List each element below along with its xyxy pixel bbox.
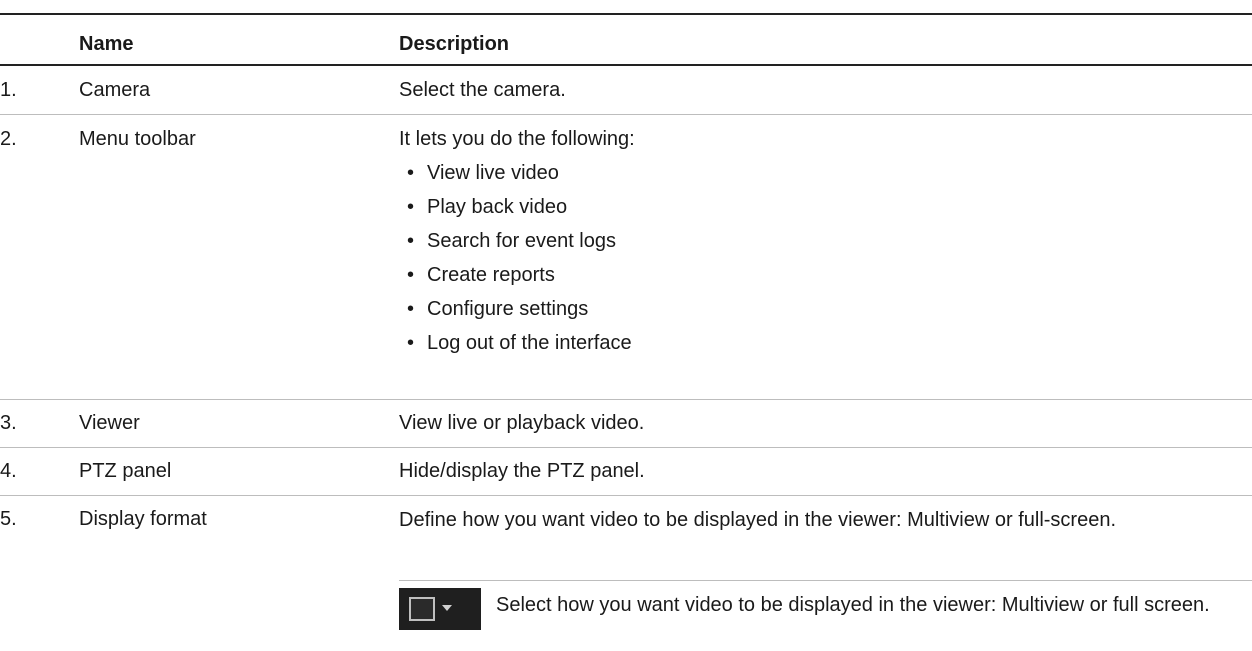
header-description: Description <box>399 33 510 55</box>
list-item-text: Search for event logs <box>427 230 616 252</box>
display-format-icon <box>399 588 481 630</box>
table-row: 4. PTZ panel Hide/display the PTZ panel. <box>0 448 1252 496</box>
row-name: Display format <box>79 508 207 530</box>
list-item: • View live video <box>399 161 632 195</box>
bullet-glyph: • <box>407 264 415 286</box>
bullet-glyph: • <box>407 230 415 252</box>
table-header: Name Description <box>0 24 1252 66</box>
top-rule <box>0 13 1252 15</box>
row-number: 1. <box>0 79 17 101</box>
row-description: View live or playback video. <box>399 412 645 434</box>
table-row: 1. Camera Select the camera. <box>0 66 1252 115</box>
bullet-glyph: • <box>407 162 415 184</box>
list-item: • Log out of the interface <box>399 331 632 365</box>
icon-description: Select how you want video to be displaye… <box>496 594 1210 616</box>
table-row: 3. Viewer View live or playback video. <box>0 400 1252 448</box>
row-name: Camera <box>79 79 151 101</box>
row-description: Select the camera. <box>399 79 566 101</box>
row-number: 3. <box>0 412 17 434</box>
header-name: Name <box>79 33 134 55</box>
list-item: • Play back video <box>399 195 632 229</box>
list-item-text: View live video <box>427 162 559 184</box>
bullet-list: • View live video • Play back video • Searc… <box>399 161 632 365</box>
list-item-text: Configure settings <box>427 298 589 320</box>
table-row: 2. Menu toolbar It lets you do the follo… <box>0 115 1252 400</box>
row-description: It lets you do the following: <box>399 128 635 150</box>
bullet-glyph: • <box>407 196 415 218</box>
description-table: Name Description 1. Camera Select the ca… <box>0 0 1252 651</box>
row-description: Define how you want video to be displaye… <box>399 509 1117 531</box>
list-item: • Configure settings <box>399 297 632 331</box>
row-description: Hide/display the PTZ panel. <box>399 460 645 482</box>
sub-row-divider <box>399 580 1252 581</box>
table-row: 5. Display format Define how you want vi… <box>0 496 1252 651</box>
row-number: 5. <box>0 508 17 530</box>
bullet-glyph: • <box>407 332 415 354</box>
bullet-glyph: • <box>407 298 415 320</box>
row-name: PTZ panel <box>79 460 172 482</box>
row-number: 2. <box>0 128 17 150</box>
single-view-square-icon <box>409 597 435 621</box>
list-item-text: Log out of the interface <box>427 332 632 354</box>
row-number: 4. <box>0 460 17 482</box>
list-item-text: Play back video <box>427 196 568 218</box>
row-name: Menu toolbar <box>79 128 196 150</box>
list-item: • Search for event logs <box>399 229 632 263</box>
chevron-down-icon <box>442 605 452 611</box>
list-item: • Create reports <box>399 263 632 297</box>
row-name: Viewer <box>79 412 140 434</box>
list-item-text: Create reports <box>427 264 555 286</box>
